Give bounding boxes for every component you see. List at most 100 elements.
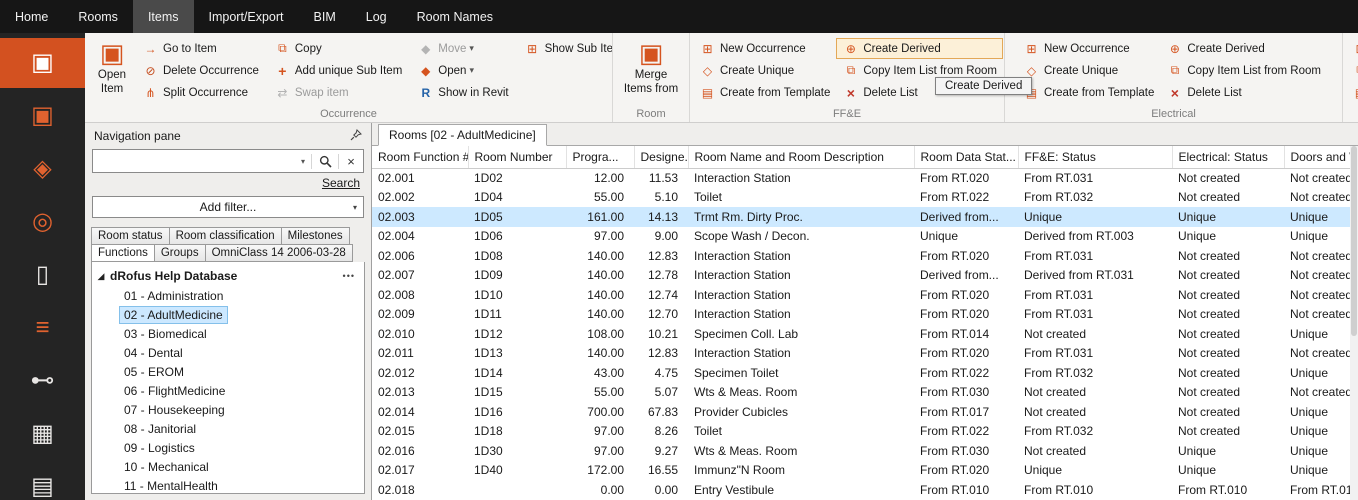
cell-ffe-status[interactable]: From RT.032 [1018,422,1172,442]
column-header[interactable]: Progra... [566,146,634,168]
cell-designed[interactable]: 12.70 [634,305,688,325]
ribbon-button[interactable]: New Occurrence [693,38,836,59]
cell-room-name[interactable]: Interaction Station [688,168,914,188]
scrollbar-thumb[interactable] [1351,146,1357,336]
cell-room-name[interactable]: Interaction Station [688,246,914,266]
tree-item[interactable]: 07 - Housekeeping [92,400,364,419]
cell-doors-status[interactable]: Not created [1284,305,1350,325]
navpane-tab[interactable]: Functions [91,244,155,262]
cell-designed[interactable]: 5.07 [634,383,688,403]
cell-programmed[interactable]: 97.00 [566,422,634,442]
cell-room-number[interactable]: 1D11 [468,305,566,325]
cell-designed[interactable]: 14.13 [634,207,688,227]
ribbon-button[interactable]: Swap item [268,82,411,103]
cell-designed[interactable]: 12.78 [634,266,688,286]
sidebar-module-button[interactable]: ▦ [0,409,85,459]
navpane-tab[interactable]: Room classification [169,227,282,245]
tree-item[interactable]: 01 - Administration [92,286,364,305]
cell-room-function[interactable]: 02.014 [372,402,468,422]
pin-icon[interactable] [350,129,362,144]
cell-designed[interactable]: 4.75 [634,363,688,383]
sidebar-module-button[interactable]: ◎ [0,197,85,247]
cell-electrical-status[interactable]: Not created [1172,402,1284,422]
cell-programmed[interactable]: 108.00 [566,324,634,344]
tree-item[interactable]: 03 - Biomedical [92,324,364,343]
tree-item[interactable]: 08 - Janitorial [92,419,364,438]
cell-designed[interactable]: 11.53 [634,168,688,188]
sidebar-module-button[interactable]: ▯ [0,250,85,300]
cell-electrical-status[interactable]: Not created [1172,188,1284,208]
cell-ffe-status[interactable]: From RT.031 [1018,246,1172,266]
cell-doors-status[interactable]: Not created [1284,383,1350,403]
cell-room-function[interactable]: 02.008 [372,285,468,305]
cell-room-name[interactable]: Trmt Rm. Dirty Proc. [688,207,914,227]
cell-room-name[interactable]: Interaction Station [688,266,914,286]
table-row[interactable]: 02.015 1D18 97.00 8.26 Toilet From RT.02… [372,422,1350,442]
menu-tab[interactable]: Import/Export [194,0,299,33]
ribbon-button[interactable]: Delete List [1160,82,1327,103]
cell-room-function[interactable]: 02.010 [372,324,468,344]
table-row[interactable]: 02.010 1D12 108.00 10.21 Specimen Coll. … [372,324,1350,344]
cell-doors-status[interactable]: Unique [1284,207,1350,227]
cell-electrical-status[interactable]: Not created [1172,383,1284,403]
cell-room-function[interactable]: 02.006 [372,246,468,266]
cell-designed[interactable]: 5.10 [634,188,688,208]
cell-room-name[interactable]: Entry Vestibule [688,480,914,500]
tree-item[interactable]: 02 - AdultMedicine [92,305,364,324]
cell-room-number[interactable]: 1D12 [468,324,566,344]
ribbon-button[interactable]: New Occurrence [1017,38,1160,59]
search-options-chevron-icon[interactable]: ▾ [295,157,311,166]
menu-tab[interactable]: Room Names [402,0,508,33]
cell-electrical-status[interactable]: Not created [1172,363,1284,383]
cell-room-number[interactable]: 1D30 [468,441,566,461]
cell-room-function[interactable]: 02.018 [372,480,468,500]
sidebar-module-button[interactable]: ▣ [0,38,85,88]
tree-item[interactable]: 04 - Dental [92,343,364,362]
cell-electrical-status[interactable]: Not created [1172,168,1284,188]
cell-designed[interactable]: 8.26 [634,422,688,442]
cell-room-data-status[interactable]: From RT.010 [914,480,1018,500]
cell-designed[interactable]: 16.55 [634,461,688,481]
cell-programmed[interactable]: 700.00 [566,402,634,422]
cell-room-data-status[interactable]: From RT.020 [914,246,1018,266]
cell-electrical-status[interactable]: From RT.010 [1172,480,1284,500]
table-row[interactable]: 02.014 1D16 700.00 67.83 Provider Cubicl… [372,402,1350,422]
cell-room-function[interactable]: 02.007 [372,266,468,286]
cell-electrical-status[interactable]: Unique [1172,461,1284,481]
cell-room-name[interactable]: Interaction Station [688,285,914,305]
cell-ffe-status[interactable]: From RT.032 [1018,188,1172,208]
cell-room-number[interactable]: 1D16 [468,402,566,422]
menu-tab[interactable]: Log [351,0,402,33]
ribbon-button[interactable]: Add unique Sub Item [268,60,411,81]
cell-room-function[interactable]: 02.001 [372,168,468,188]
cell-room-data-status[interactable]: From RT.022 [914,188,1018,208]
cell-room-data-status[interactable]: From RT.014 [914,324,1018,344]
cell-electrical-status[interactable]: Not created [1172,324,1284,344]
cell-room-function[interactable]: 02.016 [372,441,468,461]
cell-ffe-status[interactable]: From RT.010 [1018,480,1172,500]
cell-ffe-status[interactable]: Unique [1018,461,1172,481]
cell-electrical-status[interactable]: Unique [1172,441,1284,461]
cell-room-data-status[interactable]: From RT.022 [914,422,1018,442]
ribbon-button[interactable]: Create from Template [693,82,836,103]
menu-tab[interactable]: BIM [299,0,351,33]
cell-electrical-status[interactable]: Not created [1172,266,1284,286]
tree-menu-dots-icon[interactable]: ••• [343,271,364,281]
cell-room-function[interactable]: 02.011 [372,344,468,364]
cell-room-number[interactable]: 1D04 [468,188,566,208]
add-filter-dropdown[interactable]: Add filter... ▾ [92,196,364,218]
cell-room-data-status[interactable]: Derived from... [914,207,1018,227]
cell-room-function[interactable]: 02.013 [372,383,468,403]
ribbon-button[interactable]: Create from Template [1017,82,1160,103]
ribbon-button[interactable]: Create Unique [693,60,836,81]
cell-room-number[interactable]: 1D40 [468,461,566,481]
cell-ffe-status[interactable]: Not created [1018,441,1172,461]
ribbon-button[interactable]: Create Derived [836,38,1003,59]
merge-items-from-button[interactable]: Merge Items from [616,35,686,96]
cell-ffe-status[interactable]: From RT.031 [1018,305,1172,325]
cell-programmed[interactable]: 0.00 [566,480,634,500]
ribbon-button[interactable]: C [1346,82,1358,103]
tree-root[interactable]: ◢ dRofus Help Database ••• [92,266,364,286]
ribbon-button[interactable]: Create Derived [1160,38,1327,59]
cell-doors-status[interactable]: Not created [1284,188,1350,208]
